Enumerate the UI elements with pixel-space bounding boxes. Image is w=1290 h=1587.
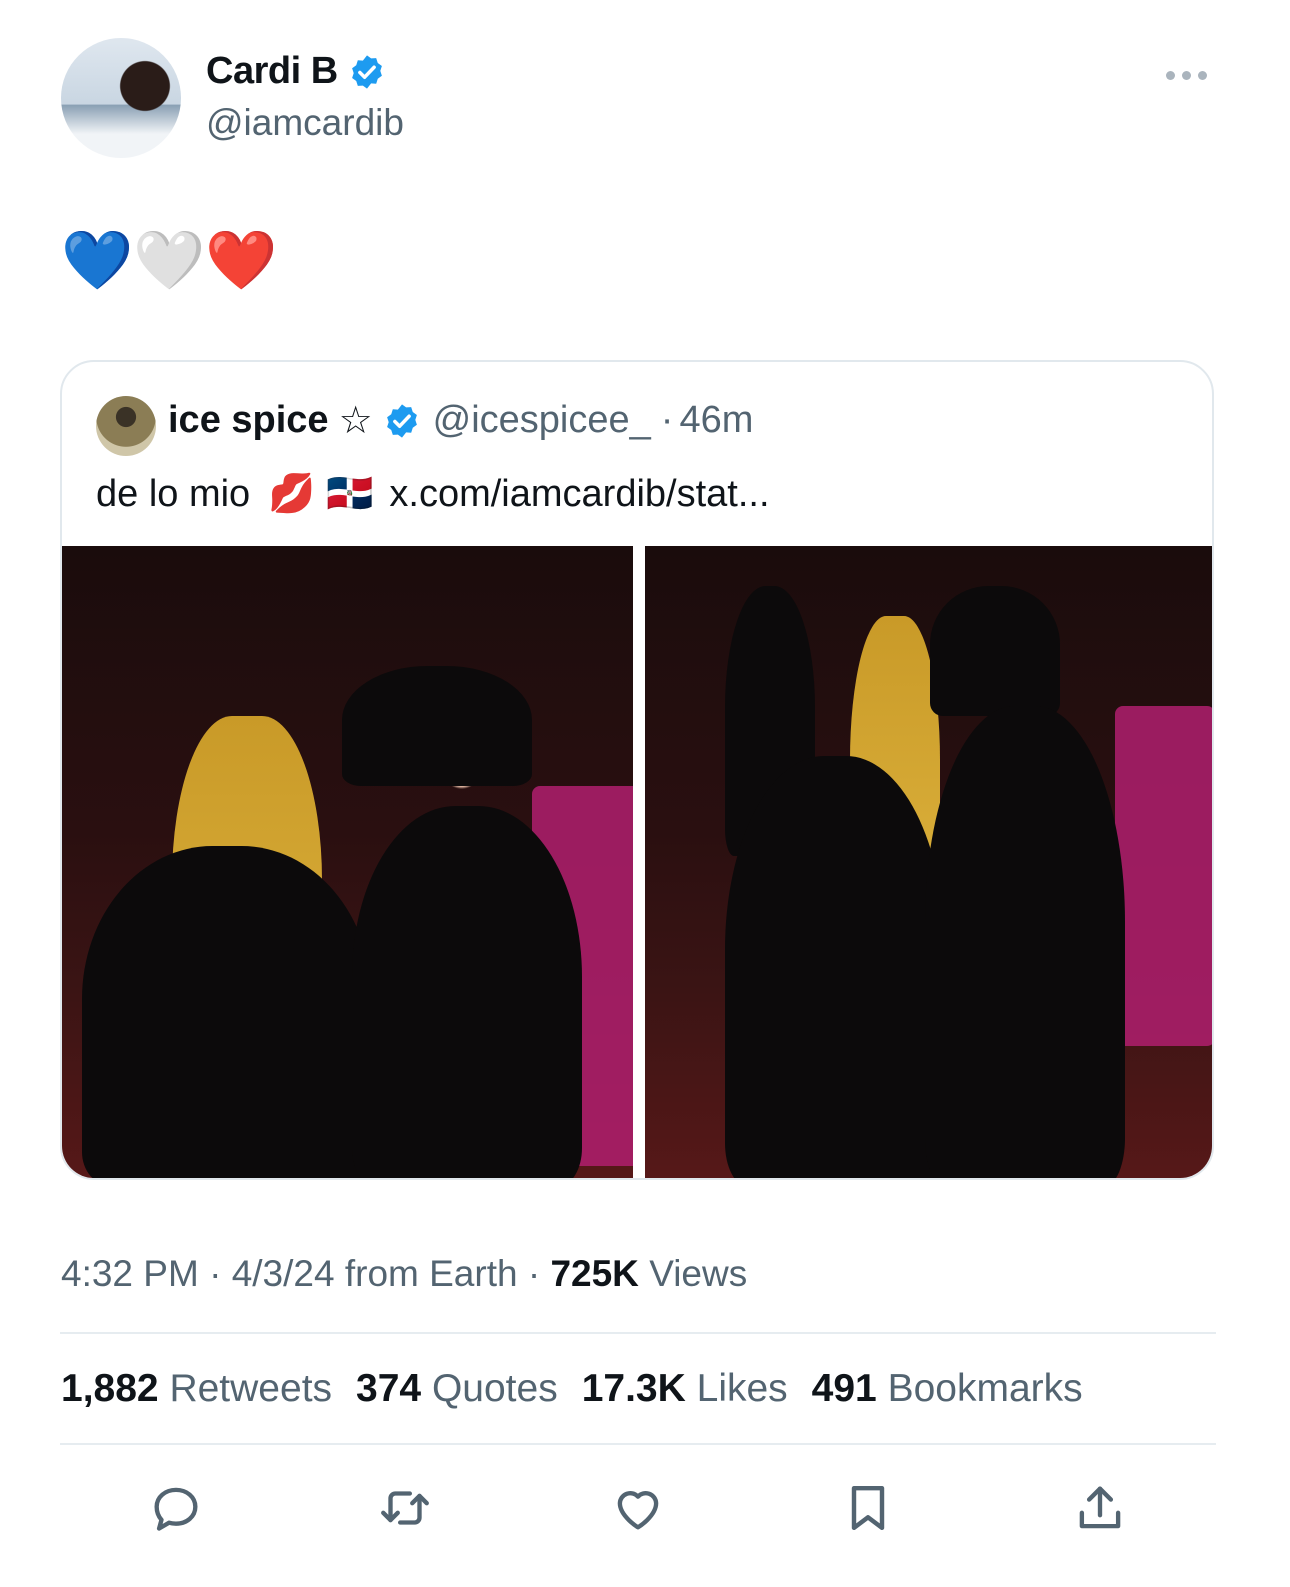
tweet-time[interactable]: 4:32 PM: [61, 1253, 199, 1294]
quoted-text: de lo mio: [96, 472, 251, 515]
share-icon[interactable]: [1070, 1478, 1130, 1538]
quoted-link[interactable]: x.com/iamcardib/stat...: [389, 473, 769, 516]
bookmark-icon[interactable]: [838, 1478, 898, 1538]
more-options-icon[interactable]: [1166, 60, 1214, 90]
photo-2[interactable]: [645, 546, 1212, 1178]
author-handle[interactable]: @iamcardib: [206, 102, 404, 144]
quoted-header: ice spice ☆ @icespicee_ · 46m: [168, 398, 753, 443]
quoted-text-row: de lo mio 💋 🇩🇴 x.com/iamcardib/stat...: [96, 472, 770, 516]
like-icon[interactable]: [608, 1478, 668, 1538]
quoted-name-suffix: ☆: [338, 400, 373, 442]
stat-retweets[interactable]: 1,882 Retweets: [61, 1367, 332, 1411]
stat-quotes[interactable]: 374 Quotes: [356, 1367, 558, 1411]
action-bar: [60, 1478, 1216, 1538]
quoted-handle: @icespicee_: [432, 399, 651, 441]
quoted-tweet-card[interactable]: ice spice ☆ @icespicee_ · 46m de lo mio …: [60, 360, 1214, 1180]
divider: [60, 1443, 1216, 1445]
quoted-media: [62, 546, 1212, 1178]
quoted-avatar[interactable]: [96, 396, 156, 456]
views-count: 725K: [550, 1253, 639, 1294]
quoted-separator: ·: [660, 399, 674, 441]
verified-badge-icon: [386, 403, 417, 438]
stat-likes[interactable]: 17.3K Likes: [582, 1367, 788, 1411]
meta-separator: ·: [209, 1253, 222, 1294]
reply-icon[interactable]: [146, 1478, 206, 1538]
verified-badge-icon: [351, 54, 382, 89]
tweet-meta: 4:32 PM · 4/3/24 from Earth · 725K Views: [61, 1253, 747, 1295]
engagement-stats: 1,882 Retweets 374 Quotes 17.3K Likes 49…: [61, 1367, 1083, 1411]
tweet-date-origin: 4/3/24 from Earth: [231, 1253, 518, 1294]
views-label: Views: [649, 1253, 748, 1294]
author-avatar[interactable]: [61, 38, 181, 158]
photo-1[interactable]: [62, 546, 633, 1178]
divider: [60, 1332, 1216, 1334]
quoted-time: 46m: [679, 399, 754, 441]
author-name-row[interactable]: Cardi B: [206, 50, 386, 93]
author-name: Cardi B: [206, 50, 338, 92]
quoted-emoji: 💋 🇩🇴: [268, 473, 374, 515]
quoted-name: ice spice: [168, 399, 329, 441]
retweet-icon[interactable]: [375, 1478, 435, 1538]
stat-bookmarks[interactable]: 491 Bookmarks: [812, 1367, 1083, 1411]
meta-separator: ·: [527, 1253, 541, 1294]
tweet-text: 💙🤍❤️: [61, 228, 278, 293]
